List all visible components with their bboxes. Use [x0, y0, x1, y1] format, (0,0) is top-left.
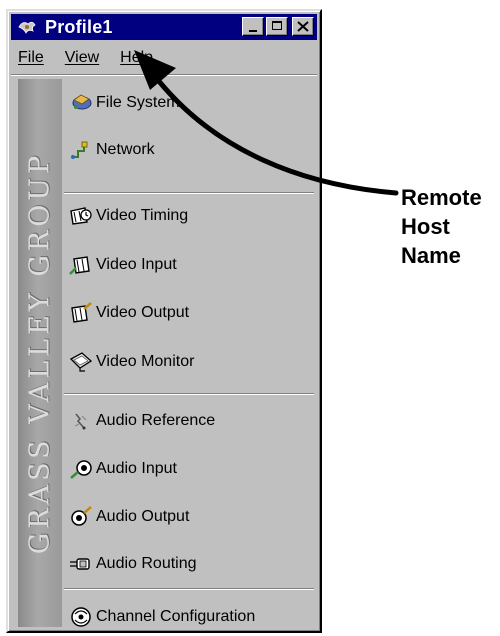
remote-host-name-callout: Remote Host Name: [401, 183, 482, 270]
annotation-arrow: [134, 50, 399, 196]
callout-line: Host: [401, 214, 450, 239]
callout-line: Name: [401, 243, 461, 268]
callout-line: Remote: [401, 185, 482, 210]
